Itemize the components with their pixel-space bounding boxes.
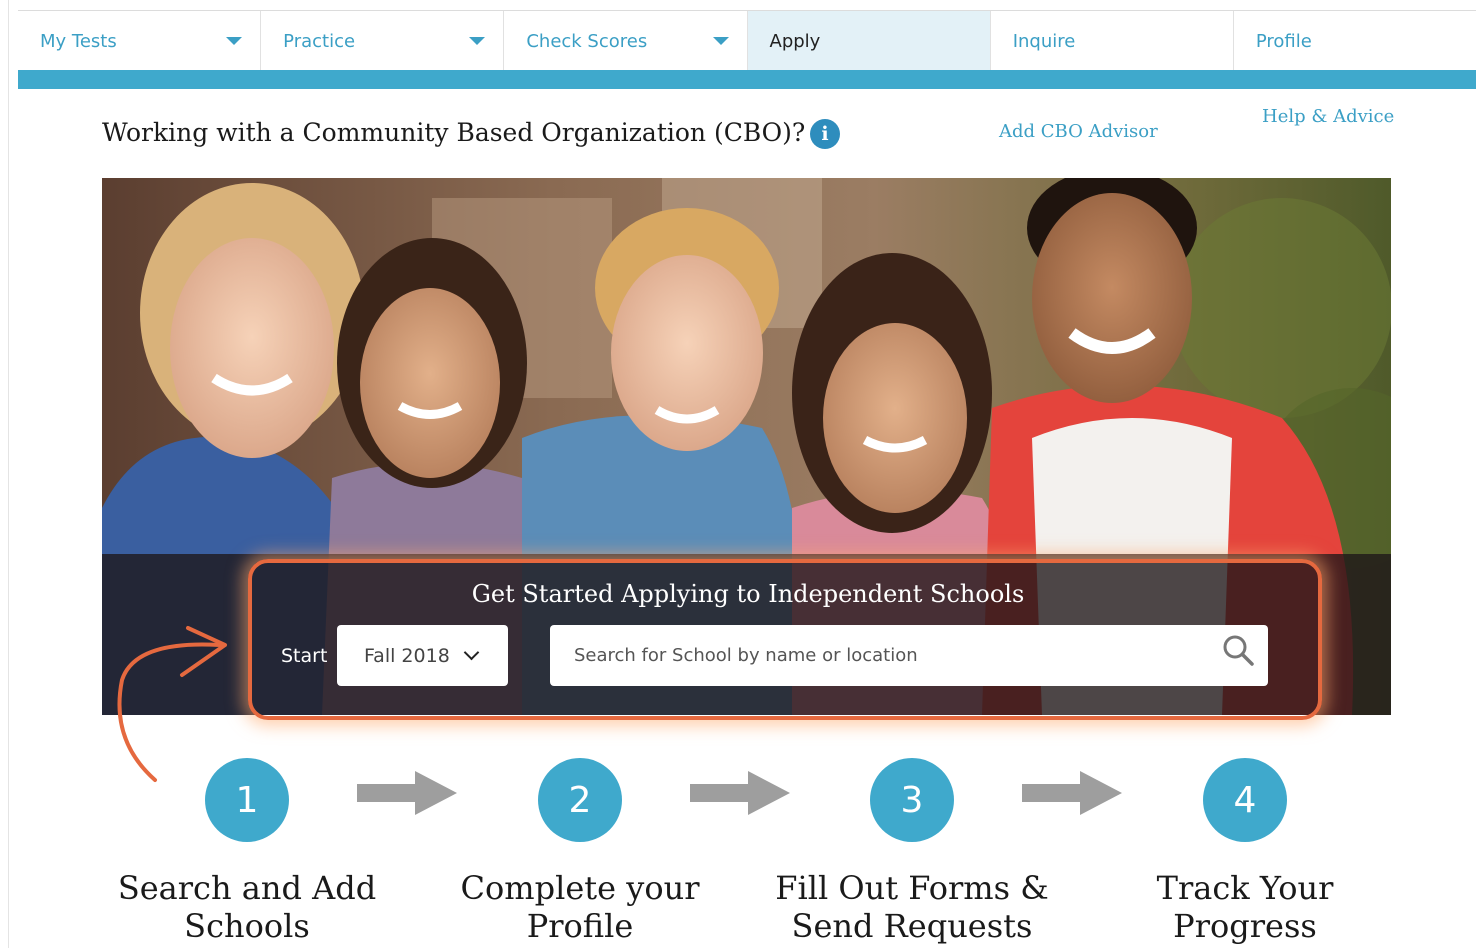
- step-3-label-line2: Send Requests: [791, 907, 1033, 945]
- tab-inquire-label: Inquire: [1012, 30, 1076, 52]
- chevron-down-icon: [226, 37, 243, 45]
- cta-title: Get Started Applying to Independent Scho…: [471, 580, 1025, 608]
- term-select[interactable]: Fall 2018: [337, 625, 508, 686]
- step-3-label: Fill Out Forms & Send Requests: [762, 869, 1062, 945]
- step-2-label-line2: Profile: [526, 907, 634, 945]
- step-2-label: Complete your Profile: [430, 869, 730, 945]
- arrow-right-icon: [1022, 771, 1122, 815]
- arrow-right-icon: [357, 771, 457, 815]
- chevron-down-icon: [469, 37, 486, 45]
- step-1-label-line1: Search and Add: [117, 869, 377, 907]
- start-label: Start: [281, 645, 328, 667]
- cbo-question: Working with a Community Based Organizat…: [102, 118, 806, 147]
- help-advice-link[interactable]: Help & Advice: [1262, 106, 1394, 127]
- step-4-label-line1: Track Your: [1156, 869, 1334, 907]
- tab-my-tests[interactable]: My Tests: [18, 11, 262, 71]
- step-4-label-line2: Progress: [1173, 907, 1317, 945]
- step-4-circle: 4: [1203, 758, 1287, 842]
- tab-check-scores[interactable]: Check Scores: [504, 11, 748, 71]
- add-cbo-advisor-link[interactable]: Add CBO Advisor: [999, 121, 1158, 142]
- term-select-value: Fall 2018: [364, 644, 450, 667]
- tab-inquire[interactable]: Inquire: [991, 11, 1234, 71]
- tab-profile-label: Profile: [1255, 30, 1312, 52]
- info-icon[interactable]: i: [810, 119, 840, 149]
- tab-practice[interactable]: Practice: [261, 11, 505, 71]
- arrow-right-icon: [690, 771, 790, 815]
- chevron-down-icon: [712, 37, 729, 45]
- search-icon[interactable]: [1221, 633, 1255, 667]
- tab-check-scores-label: Check Scores: [526, 30, 648, 52]
- step-1-label: Search and Add Schools: [97, 869, 397, 945]
- school-search-input[interactable]: [550, 625, 1268, 686]
- tab-apply-label: Apply: [769, 30, 821, 52]
- curved-arrow-icon: [117, 626, 227, 782]
- step-2-circle: 2: [538, 758, 622, 842]
- tab-my-tests-label: My Tests: [40, 30, 117, 52]
- tab-practice-label: Practice: [283, 30, 356, 52]
- step-1-circle: 1: [205, 758, 289, 842]
- main-nav: My Tests Practice Check Scores Apply Inq…: [18, 10, 1476, 71]
- step-1-label-line2: Schools: [184, 907, 310, 945]
- nav-accent-bar: [18, 70, 1476, 89]
- step-3-circle: 3: [870, 758, 954, 842]
- tab-apply[interactable]: Apply: [747, 11, 991, 71]
- step-2-label-line1: Complete your: [460, 869, 700, 907]
- tab-profile[interactable]: Profile: [1234, 11, 1476, 71]
- step-3-label-line1: Fill Out Forms &: [775, 869, 1049, 907]
- step-4-label: Track Your Progress: [1095, 869, 1395, 945]
